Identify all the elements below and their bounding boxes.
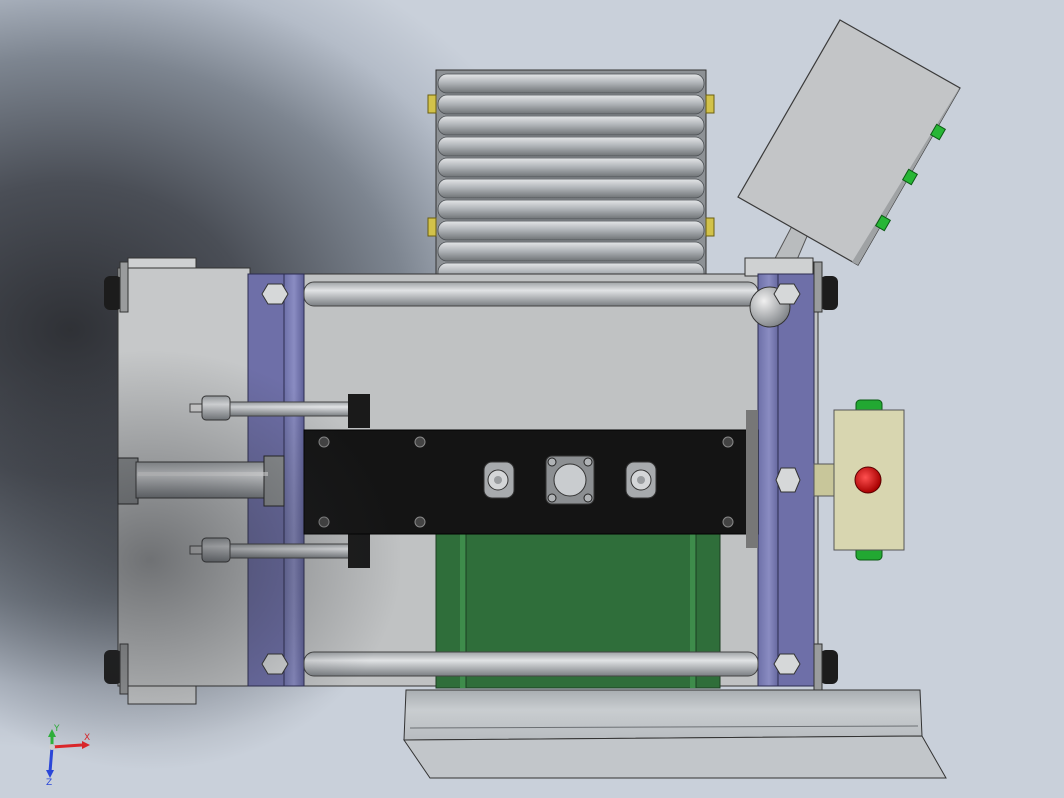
discharge-chute — [403, 689, 947, 779]
roller — [437, 136, 705, 157]
roller — [437, 94, 705, 115]
pneumatic-cylinder-main — [117, 455, 285, 507]
x-axis-label: X — [84, 733, 91, 743]
roller — [437, 220, 705, 241]
cad-viewport[interactable]: X Y Z — [0, 0, 1064, 798]
z-axis-label: Z — [46, 778, 53, 788]
machine-top-view — [46, 19, 961, 779]
roller — [437, 115, 705, 136]
x-axis-icon — [51, 743, 83, 749]
red-button[interactable] — [854, 466, 882, 494]
roller — [437, 178, 705, 199]
indicator-unit — [813, 399, 905, 561]
roller — [437, 73, 705, 94]
black-press-plate — [303, 410, 759, 548]
control-box — [737, 19, 961, 277]
roller — [437, 241, 705, 262]
z-axis-icon — [48, 746, 54, 773]
roller — [437, 199, 705, 220]
roller — [437, 157, 705, 178]
y-axis-label: Y — [54, 724, 60, 734]
